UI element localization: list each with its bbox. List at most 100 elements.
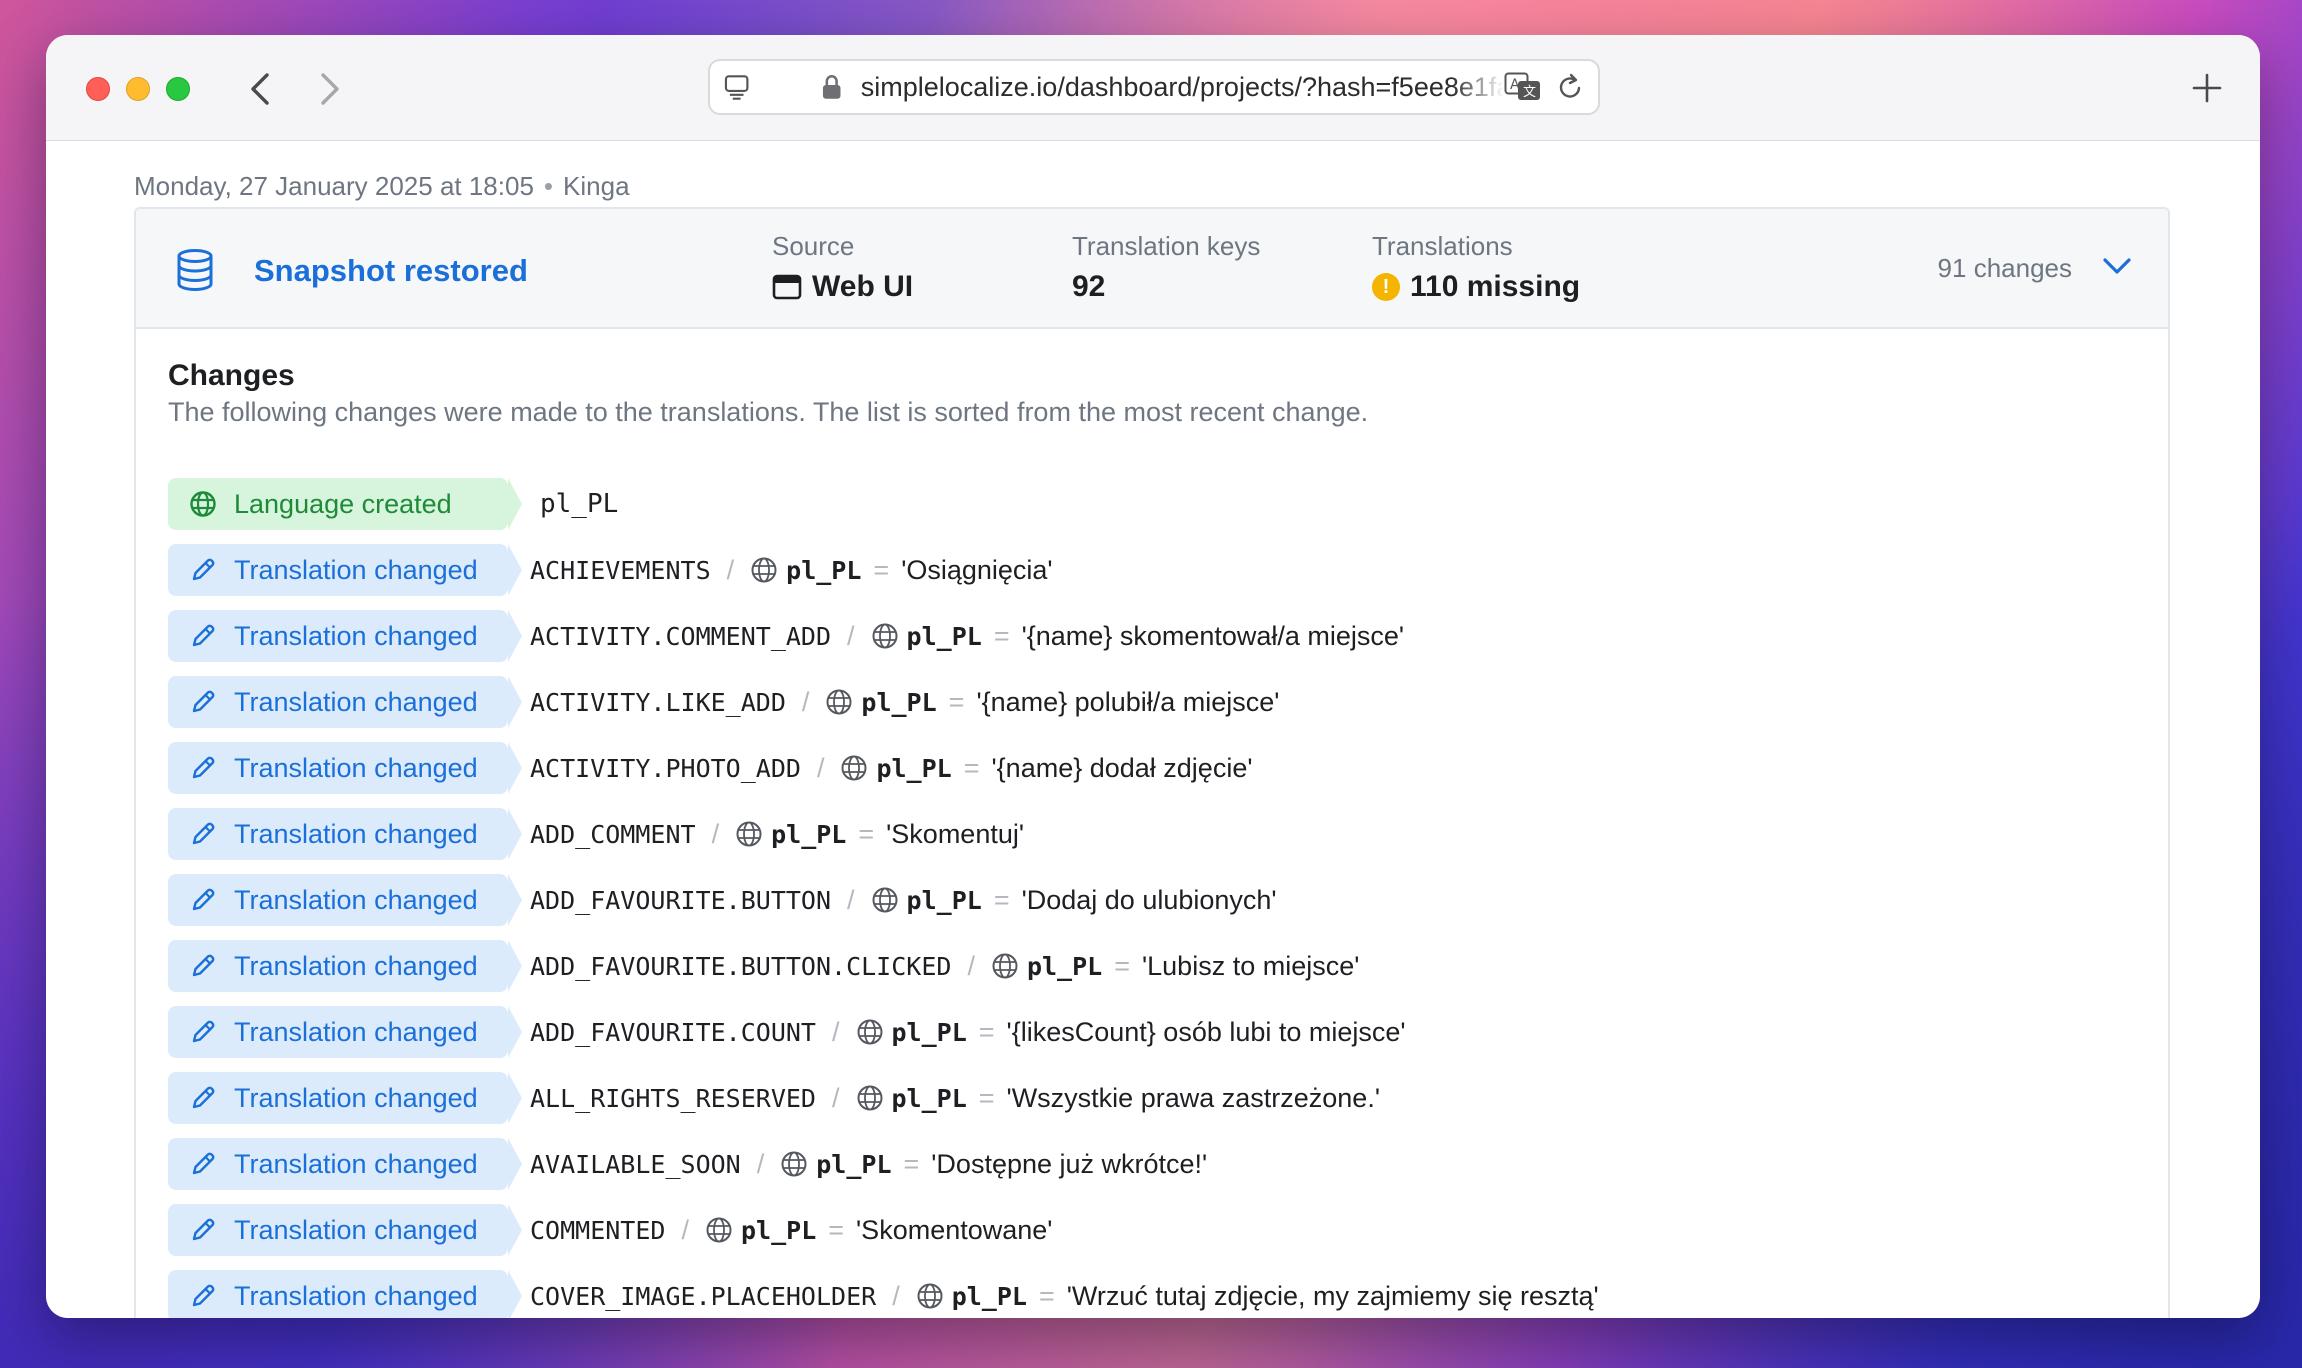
forward-button[interactable] (308, 67, 352, 111)
pencil-icon (192, 558, 215, 581)
svg-text:文: 文 (1523, 85, 1536, 100)
translation-value: 'Osiągnięcia' (901, 554, 1053, 585)
translation-key[interactable]: ALL_RIGHTS_RESERVED (530, 1084, 816, 1113)
translation-key[interactable]: ACTIVITY.COMMENT_ADD (530, 622, 831, 651)
translation-key[interactable]: ACTIVITY.LIKE_ADD (530, 688, 786, 717)
equals-sign: = (858, 818, 875, 849)
translation-changed-badge: Translation changed (168, 808, 522, 860)
key-separator: / (756, 1148, 765, 1179)
translation-key[interactable]: ADD_COMMENT (530, 820, 696, 849)
badge-label: Translation changed (234, 1148, 478, 1179)
translation-changed-badge: Translation changed (168, 676, 522, 728)
key-separator: / (847, 620, 855, 651)
translation-changed-badge: Translation changed (168, 940, 522, 992)
url-text[interactable]: simplelocalize.io/dashboard/projects/?ha… (861, 72, 1504, 103)
new-tab-button[interactable] (2184, 65, 2230, 111)
globe-icon (706, 1217, 732, 1243)
translation-changed-badge: Translation changed (168, 1138, 522, 1190)
translation-key[interactable]: ADD_FAVOURITE.COUNT (530, 1018, 816, 1047)
activity-meta: Monday, 27 January 2025 at 18:05 • Kinga (134, 171, 630, 202)
pencil-icon (192, 624, 215, 647)
minimize-window-button[interactable] (126, 77, 150, 101)
language-code[interactable]: pl_PL (952, 1282, 1027, 1311)
badge-label: Language created (234, 488, 452, 519)
language-code[interactable]: pl_PL (892, 1018, 967, 1047)
language-code[interactable]: pl_PL (861, 688, 936, 717)
globe-icon (190, 491, 216, 517)
translation-value: 'Skomentuj' (886, 818, 1025, 849)
globe-icon (781, 1151, 807, 1177)
badge-label: Translation changed (234, 1280, 478, 1311)
translation-key[interactable]: AVAILABLE_SOON (530, 1150, 741, 1179)
badge-label: Translation changed (234, 752, 478, 783)
translation-key[interactable]: ACTIVITY.PHOTO_ADD (530, 754, 801, 783)
list-item: Language created pl_PL (168, 471, 1599, 537)
equals-sign: = (993, 620, 1010, 651)
keys-value: 92 (1072, 270, 1106, 303)
close-window-button[interactable] (86, 77, 110, 101)
translation-key[interactable]: ADD_FAVOURITE.BUTTON.CLICKED (530, 952, 951, 981)
list-item: Translation changed AVAILABLE_SOON / pl_PL =… (168, 1131, 1599, 1197)
list-item: Translation changed ADD_FAVOURITE.COUNT / p… (168, 999, 1599, 1065)
activity-card-header[interactable]: Snapshot restored Source Web UI Translat… (136, 209, 2168, 329)
language-code[interactable]: pl_PL (907, 886, 982, 915)
language-code[interactable]: pl_PL (786, 556, 861, 585)
language-code[interactable]: pl_PL (816, 1150, 891, 1179)
zoom-window-button[interactable] (166, 77, 190, 101)
list-item: Translation changed ACHIEVEMENTS / pl_PL = 'O… (168, 537, 1599, 603)
translation-key[interactable]: COMMENTED (530, 1216, 665, 1245)
pencil-icon (192, 1284, 215, 1307)
badge-label: Translation changed (234, 1082, 478, 1113)
keys-column: Translation keys 92 (1072, 231, 1260, 304)
pencil-icon (192, 1086, 215, 1109)
back-button[interactable] (238, 67, 282, 111)
translation-value: '{name} dodał zdjęcie' (991, 752, 1253, 783)
language-code[interactable]: pl_PL (876, 754, 951, 783)
equals-sign: = (963, 752, 980, 783)
list-item: Translation changed ADD_FAVOURITE.BUTTON.… (168, 933, 1599, 999)
pencil-icon (192, 756, 215, 779)
badge-label: Translation changed (234, 950, 478, 981)
badge-label: Translation changed (234, 686, 478, 717)
translation-key[interactable]: ADD_FAVOURITE.BUTTON (530, 886, 831, 915)
globe-icon (841, 755, 867, 781)
language-code[interactable]: pl_PL (771, 820, 846, 849)
key-separator: / (816, 752, 825, 783)
key-separator: / (801, 686, 810, 717)
warning-icon: ! (1372, 273, 1400, 301)
translation-key[interactable]: COVER_IMAGE.PLACEHOLDER (530, 1282, 876, 1311)
translation-changed-badge: Translation changed (168, 742, 522, 794)
translation-value: '{name} polubił/a miejsce' (976, 686, 1280, 717)
pencil-icon (192, 822, 215, 845)
page-menu-icon[interactable] (724, 74, 751, 100)
badge-label: Translation changed (234, 884, 478, 915)
list-item: Translation changed COMMENTED / pl_PL = 'Skom… (168, 1197, 1599, 1263)
key-separator: / (831, 1082, 840, 1113)
translation-key[interactable]: ACHIEVEMENTS (530, 556, 711, 585)
key-separator: / (831, 1016, 840, 1047)
chevron-right-icon (321, 73, 339, 105)
plus-icon (2192, 73, 2222, 103)
chevron-down-icon[interactable] (2102, 255, 2132, 277)
reload-icon[interactable] (1556, 72, 1584, 102)
address-bar[interactable]: simplelocalize.io/dashboard/projects/?ha… (708, 59, 1600, 115)
translation-value: '{likesCount} osób lubi to miejsce' (1006, 1016, 1406, 1047)
translations-column: Translations ! 110 missing (1372, 231, 1580, 304)
language-code[interactable]: pl_PL (1027, 952, 1102, 981)
activity-user: Kinga (563, 171, 630, 201)
translation-changed-badge: Translation changed (168, 544, 522, 596)
language-code[interactable]: pl_PL (907, 622, 982, 651)
globe-icon (857, 1019, 882, 1045)
list-item: Translation changed ALL_RIGHTS_RESERVED / p… (168, 1065, 1599, 1131)
language-code[interactable]: pl_PL (892, 1084, 967, 1113)
source-label: Source (772, 231, 855, 261)
language-code[interactable]: pl_PL (741, 1216, 816, 1245)
globe-icon (736, 821, 762, 847)
meta-separator: • (543, 171, 554, 201)
translation-value: 'Dostępne już wkrótce!' (931, 1148, 1208, 1179)
chevron-left-icon (251, 73, 269, 105)
browser-toolbar: simplelocalize.io/dashboard/projects/?ha… (46, 35, 2260, 141)
globe-icon (917, 1283, 943, 1309)
translate-icon[interactable]: A文 (1504, 72, 1542, 102)
globe-icon (857, 1085, 882, 1111)
